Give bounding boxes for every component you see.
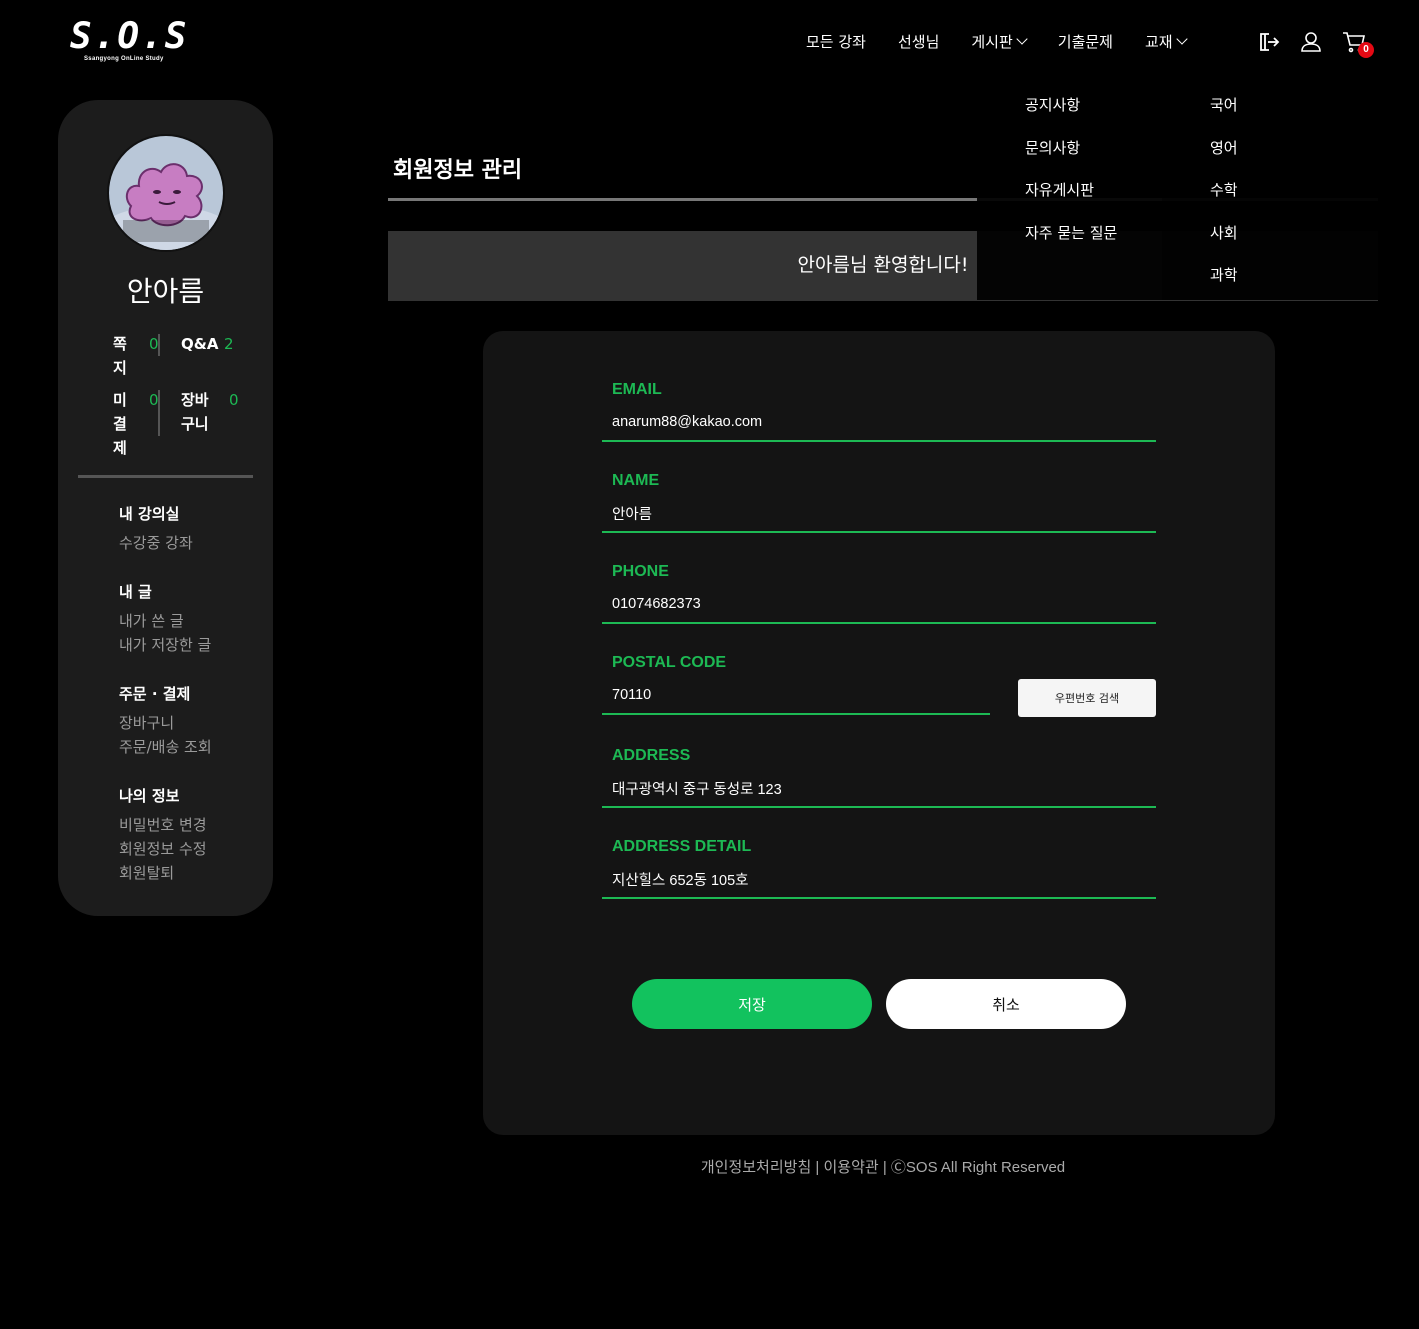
sidebar-group-posts: 내 글 내가 쓴 글 내가 저장한 글 (119, 580, 211, 657)
sidebar-link-cart[interactable]: 장바구니 (119, 711, 212, 735)
sidebar-group-title: 내 강의실 (119, 505, 180, 523)
stat-qna-label[interactable]: Q&A (181, 332, 218, 356)
nav-textbooks[interactable]: 교재 (1144, 31, 1188, 52)
name-label: NAME (612, 472, 660, 489)
sidebar-group-my-info: 나의 정보 비밀번호 변경 회원정보 수정 회원탈퇴 (119, 784, 207, 885)
nav-all-courses[interactable]: 모든 강좌 (806, 31, 866, 52)
cart-icon[interactable]: 0 (1342, 30, 1374, 58)
sidebar-group-title: 주문 · 결제 (119, 685, 191, 703)
nav-teachers[interactable]: 선생님 (898, 31, 939, 52)
stat-divider (158, 334, 160, 356)
sidebar-divider (78, 475, 253, 478)
address-detail-label: ADDRESS DETAIL (612, 838, 752, 855)
nav-label: 선생님 (897, 32, 940, 51)
dropdown-item-faq[interactable]: 자주 묻는 질문 (1025, 221, 1117, 264)
sidebar-group-classroom: 내 강의실 수강중 강좌 (119, 502, 193, 555)
sidebar-link-my-posts[interactable]: 내가 쓴 글 (119, 609, 211, 633)
sidebar: 안아름 쪽지 0 Q&A 2 미결제 0 장바구니 0 내 강의실 수강중 강좌… (58, 100, 273, 916)
dropdown-item-korean[interactable]: 국어 (1210, 93, 1238, 136)
page-title: 회원정보 관리 (393, 158, 523, 183)
save-button[interactable]: 저장 (632, 979, 872, 1029)
sidebar-link-change-password[interactable]: 비밀번호 변경 (119, 813, 207, 837)
main-nav: 모든 강좌 선생님 게시판 기출문제 교재 (806, 30, 1218, 52)
dropdown-board-column: 공지사항 문의사항 자유게시판 자주 묻는 질문 (1025, 93, 1117, 263)
dropdown-books-column: 국어 영어 수학 사회 과학 (1210, 93, 1238, 306)
footer-links[interactable]: 개인정보처리방침 | 이용약관 | ⒸSOS All Right Reserve… (388, 1156, 1378, 1177)
nav-label: 기출문제 (1057, 32, 1113, 51)
sidebar-group-title: 내 글 (119, 583, 152, 601)
profile-form-card: EMAIL NAME PHONE POSTAL CODE 우편번호 검색 ADD… (483, 331, 1275, 1135)
nav-past-exams[interactable]: 기출문제 (1058, 31, 1113, 52)
nav-dropdown-menu: 공지사항 문의사항 자유게시판 자주 묻는 질문 국어 영어 수학 사회 과학 (977, 85, 1388, 300)
chevron-down-icon (1016, 32, 1028, 45)
postal-search-button[interactable]: 우편번호 검색 (1018, 679, 1156, 717)
site-logo[interactable]: S.O.S Ssangyong OnLine Study (70, 16, 189, 68)
nav-label: 모든 강좌 (806, 32, 866, 51)
header-icons: 0 (1256, 30, 1385, 58)
dropdown-item-math[interactable]: 수학 (1210, 178, 1238, 221)
sidebar-username: 안아름 (126, 275, 205, 308)
postal-code-field[interactable] (602, 677, 990, 715)
dropdown-item-science[interactable]: 과학 (1210, 263, 1238, 306)
dropdown-item-inquiry[interactable]: 문의사항 (1025, 136, 1117, 179)
sidebar-link-edit-profile[interactable]: 회원정보 수정 (119, 837, 207, 861)
dropdown-item-notice[interactable]: 공지사항 (1025, 93, 1117, 136)
address-label: ADDRESS (612, 747, 691, 764)
email-label: EMAIL (612, 381, 662, 398)
address-detail-field[interactable] (602, 861, 1156, 899)
nav-label: 게시판 (971, 32, 1013, 51)
sidebar-link-current-courses[interactable]: 수강중 강좌 (119, 531, 193, 555)
email-field[interactable] (602, 404, 1156, 442)
stat-qna-value[interactable]: 2 (224, 332, 234, 356)
sidebar-link-withdraw[interactable]: 회원탈퇴 (119, 861, 207, 885)
dropdown-item-social[interactable]: 사회 (1210, 221, 1238, 264)
nav-label: 교재 (1144, 32, 1173, 51)
name-field[interactable] (602, 495, 1156, 533)
avatar[interactable] (107, 134, 225, 252)
stat-cart-value[interactable]: 0 (229, 388, 239, 412)
stat-cart-label[interactable]: 장바구니 (181, 388, 217, 436)
address-field[interactable] (602, 770, 1156, 808)
cancel-button[interactable]: 취소 (886, 979, 1126, 1029)
cart-count-badge: 0 (1358, 42, 1374, 58)
stat-note-label[interactable]: 쪽지 (113, 332, 131, 380)
sidebar-group-title: 나의 정보 (119, 787, 180, 805)
stat-divider (158, 390, 160, 436)
dropdown-item-english[interactable]: 영어 (1210, 136, 1238, 179)
postal-code-label: POSTAL CODE (612, 654, 727, 671)
stat-unpaid-label[interactable]: 미결제 (113, 388, 131, 460)
phone-field[interactable] (602, 586, 1156, 624)
sidebar-group-orders: 주문 · 결제 장바구니 주문/배송 조회 (119, 682, 212, 759)
dropdown-books-panel (1162, 85, 1388, 300)
logo-text: S.O.S (70, 16, 189, 57)
logo-subtitle: Ssangyong OnLine Study (84, 56, 164, 62)
dropdown-item-free-board[interactable]: 자유게시판 (1025, 178, 1117, 221)
phone-label: PHONE (612, 563, 669, 580)
logout-icon[interactable] (1256, 30, 1280, 54)
nav-board[interactable]: 게시판 (971, 31, 1028, 52)
sidebar-link-order-tracking[interactable]: 주문/배송 조회 (119, 735, 212, 759)
sidebar-link-saved-posts[interactable]: 내가 저장한 글 (119, 633, 211, 657)
user-icon[interactable] (1299, 30, 1323, 54)
chevron-down-icon (1175, 32, 1188, 45)
